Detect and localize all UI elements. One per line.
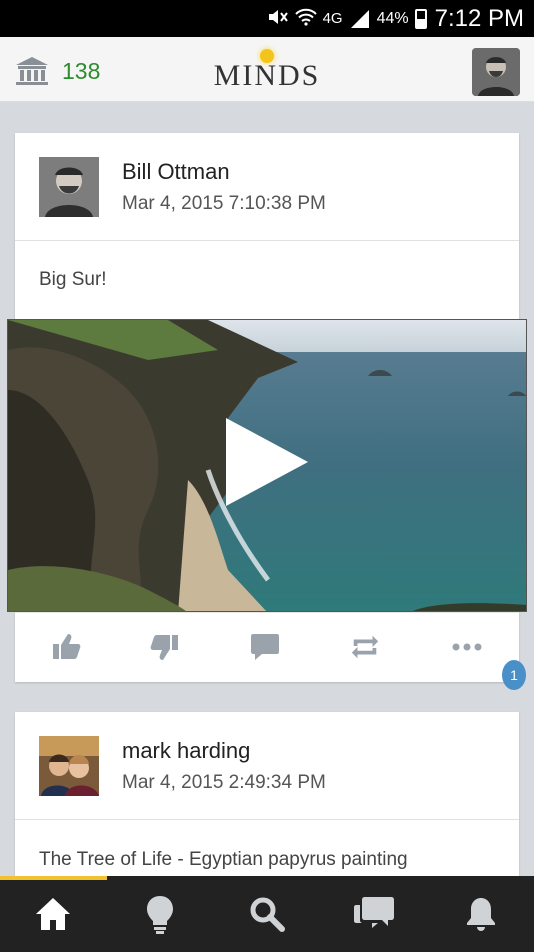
bulb-icon[interactable] [138, 892, 182, 936]
author-avatar[interactable] [39, 157, 99, 217]
logo-text: MINDS [213, 59, 321, 92]
comment-count-badge[interactable]: 1 [502, 660, 526, 690]
post-author[interactable]: Bill Ottman [122, 159, 230, 185]
post-card: mark harding Mar 4, 2015 2:49:34 PM The … [15, 712, 519, 882]
post-header: Bill Ottman Mar 4, 2015 7:10:38 PM [15, 133, 519, 241]
wifi-icon [294, 8, 317, 30]
post-actions [15, 612, 519, 682]
post-text: Big Sur! [39, 269, 107, 290]
post-text: The Tree of Life - Egyptian papyrus pain… [39, 849, 408, 870]
thumbs-up-icon[interactable] [51, 631, 83, 663]
more-icon[interactable] [451, 631, 483, 663]
user-avatar[interactable] [472, 48, 520, 96]
battery-icon [414, 8, 427, 29]
home-icon[interactable] [31, 892, 75, 936]
comment-icon[interactable] [249, 631, 281, 663]
mute-icon [267, 8, 289, 30]
post-date: Mar 4, 2015 7:10:38 PM [122, 193, 326, 214]
post-header: mark harding Mar 4, 2015 2:49:34 PM [15, 712, 519, 820]
battery-percent: 44% [376, 9, 409, 27]
thumbs-down-icon[interactable] [148, 631, 180, 663]
bell-icon[interactable] [459, 892, 503, 936]
search-icon[interactable] [245, 892, 289, 936]
chat-icon[interactable] [352, 892, 396, 936]
status-bar: 4G 44% 7:12 PM [0, 0, 534, 37]
status-icons: 4G 44% [267, 8, 427, 30]
status-time: 7:12 PM [434, 4, 524, 32]
post-author[interactable]: mark harding [122, 738, 250, 764]
network-label: 4G [322, 10, 343, 27]
minds-logo[interactable]: MINDS [0, 49, 534, 93]
active-tab-indicator [0, 876, 107, 880]
post-date: Mar 4, 2015 2:49:34 PM [122, 772, 326, 793]
post-video[interactable] [7, 319, 527, 612]
top-bar: 138 MINDS [0, 37, 534, 102]
bottom-nav [0, 876, 534, 952]
signal-icon [349, 9, 371, 29]
author-avatar[interactable] [39, 736, 99, 796]
remind-icon[interactable] [349, 631, 381, 663]
